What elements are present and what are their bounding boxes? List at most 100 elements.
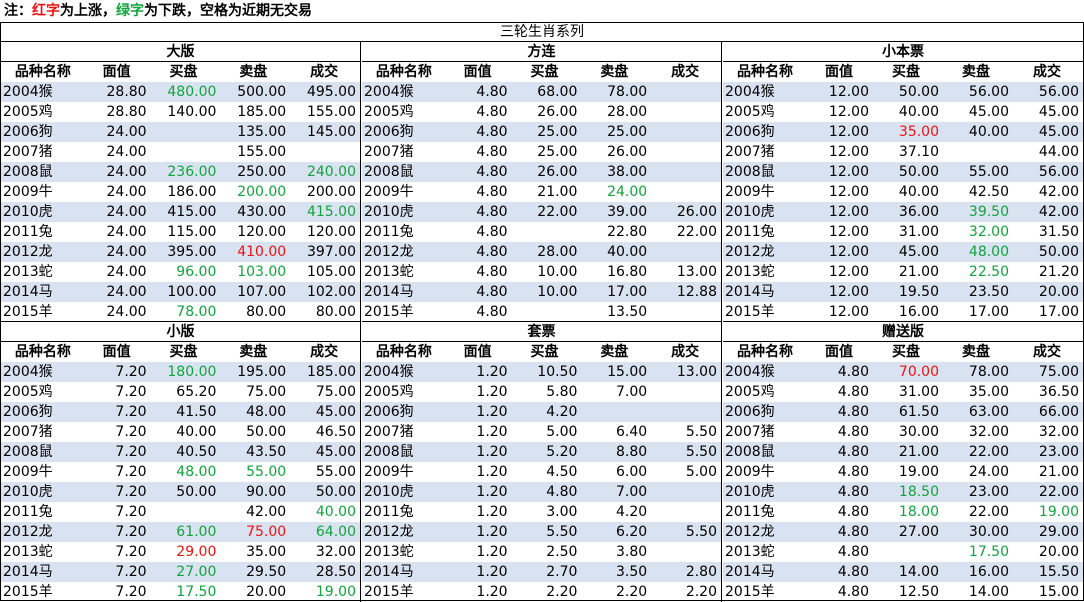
deal-cell: 44.00	[1038, 144, 1079, 160]
variety-cell: 2008鼠	[364, 444, 414, 460]
bid-cell: 4.20	[546, 404, 578, 420]
ask-cell: 16.00	[968, 564, 1009, 580]
face-value-cell: 12.00	[828, 304, 869, 320]
table-row: 2008鼠 4.80 21.00 22.00 23.00	[723, 442, 1083, 462]
panel-title: 小版	[1, 322, 360, 342]
face-value-cell: 28.80	[106, 84, 147, 100]
variety-cell: 2013蛇	[725, 544, 775, 560]
face-value-cell: 4.80	[476, 204, 508, 220]
panel-2: 小本票 品种名称 面值 买盘 卖盘 成交 2004猴 12.00 50.00 56.00 56.00…	[723, 42, 1083, 322]
table-row: 2008鼠 24.00 236.00 250.00 240.00	[1, 162, 360, 182]
face-value-cell: 12.00	[828, 204, 869, 220]
table-row: 2004猴 7.20 180.00 195.00 185.00	[1, 362, 360, 382]
panel-title: 小本票	[723, 42, 1083, 62]
deal-cell: 5.00	[685, 464, 717, 480]
bid-cell: 115.00	[167, 224, 217, 240]
variety-cell: 2012龙	[3, 524, 53, 540]
header-face-value: 面值	[825, 64, 853, 80]
header-deal: 成交	[310, 344, 339, 360]
variety-cell: 2015羊	[725, 584, 775, 600]
deal-cell: 5.50	[685, 524, 717, 540]
variety-cell: 2015羊	[3, 304, 53, 320]
table-row: 2006狗 24.00 135.00 145.00	[1, 122, 360, 142]
ask-cell: 38.00	[607, 164, 648, 180]
ask-cell: 13.50	[607, 304, 648, 320]
face-value-cell: 4.80	[837, 424, 869, 440]
deal-cell	[649, 102, 721, 122]
variety-cell: 2009牛	[364, 184, 414, 200]
variety-cell: 2008鼠	[725, 444, 775, 460]
face-value-cell: 7.20	[115, 404, 147, 420]
bid-cell: 19.50	[898, 284, 939, 300]
variety-cell: 2009牛	[725, 184, 775, 200]
ask-cell: 75.00	[246, 384, 287, 400]
header-deal: 成交	[671, 344, 700, 360]
table-row: 2006狗 1.20 4.20	[362, 402, 721, 422]
table-row: 2011兔 24.00 115.00 120.00 120.00	[1, 222, 360, 242]
bid-cell: 40.50	[176, 444, 217, 460]
bid-cell: 18.50	[898, 484, 939, 500]
variety-cell: 2013蛇	[3, 264, 53, 280]
variety-cell: 2006狗	[3, 124, 53, 140]
note-red-word: 红字	[32, 3, 60, 19]
deal-cell: 12.88	[676, 284, 717, 300]
variety-cell: 2013蛇	[725, 264, 775, 280]
bid-cell	[149, 122, 219, 142]
face-value-cell: 4.80	[837, 524, 869, 540]
ask-cell: 14.00	[968, 584, 1009, 600]
table-row: 2010虎 1.20 4.80 7.00	[362, 482, 721, 502]
bid-cell: 18.00	[898, 504, 939, 520]
deal-cell: 2.20	[685, 584, 717, 600]
deal-cell	[649, 162, 721, 182]
bid-cell: 5.00	[546, 424, 578, 440]
header-bid: 买盘	[892, 64, 920, 80]
header-deal: 成交	[1033, 64, 1061, 80]
panel-5: 赠送版 品种名称 面值 买盘 卖盘 成交 2004猴 4.80 70.00 78.00 75.00 2…	[723, 322, 1083, 602]
variety-cell: 2005鸡	[3, 384, 53, 400]
ask-cell: 135.00	[237, 124, 287, 140]
ask-cell: 16.80	[607, 264, 648, 280]
bid-cell: 50.00	[898, 84, 939, 100]
note-suffix: 为下跌，空格为近期无交易	[144, 3, 312, 19]
table-row: 2006狗 4.80 25.00 25.00	[362, 122, 721, 142]
bid-cell: 17.50	[176, 584, 217, 600]
table-row: 2005鸡 4.80 26.00 28.00	[362, 102, 721, 122]
table-row: 2012龙 24.00 395.00 410.00 397.00	[1, 242, 360, 262]
deal-cell: 5.50	[685, 444, 717, 460]
table-row: 2014马 12.00 19.50 23.50 20.00	[723, 282, 1083, 302]
ask-cell: 24.00	[607, 184, 648, 200]
variety-cell: 2005鸡	[364, 384, 414, 400]
ask-cell: 7.00	[616, 484, 648, 500]
variety-cell: 2013蛇	[364, 544, 414, 560]
face-value-cell: 7.20	[115, 364, 147, 380]
panel-title: 大版	[1, 42, 360, 62]
face-value-cell: 1.20	[476, 564, 508, 580]
bid-cell: 4.80	[546, 484, 578, 500]
ask-cell: 75.00	[246, 524, 287, 540]
column-header-row: 品种名称 面值 买盘 卖盘 成交	[723, 342, 1083, 362]
face-value-cell: 24.00	[106, 224, 147, 240]
deal-cell	[649, 82, 721, 102]
ask-cell: 3.50	[616, 564, 648, 580]
deal-cell: 19.00	[315, 584, 356, 600]
variety-cell: 2010虎	[725, 484, 775, 500]
table-row: 2004猴 12.00 50.00 56.00 56.00	[723, 82, 1083, 102]
ask-cell: 56.00	[968, 84, 1009, 100]
deal-cell	[649, 242, 721, 262]
header-variety: 品种名称	[737, 64, 793, 80]
ask-cell: 78.00	[607, 84, 648, 100]
face-value-cell: 24.00	[106, 124, 147, 140]
deal-cell	[649, 402, 721, 422]
face-value-cell: 24.00	[106, 284, 147, 300]
table-row: 2010虎 4.80 22.00 39.00 26.00	[362, 202, 721, 222]
variety-cell: 2010虎	[3, 484, 53, 500]
deal-cell: 45.00	[1038, 124, 1079, 140]
header-face-value: 面值	[825, 344, 853, 360]
deal-cell: 240.00	[306, 164, 356, 180]
ask-cell: 22.80	[607, 224, 648, 240]
table-row: 2014马 24.00 100.00 107.00 102.00	[1, 282, 360, 302]
deal-cell: 13.00	[676, 264, 717, 280]
bid-cell: 21.00	[898, 264, 939, 280]
table-row: 2006狗 12.00 35.00 40.00 45.00	[723, 122, 1083, 142]
header-variety: 品种名称	[375, 64, 432, 80]
